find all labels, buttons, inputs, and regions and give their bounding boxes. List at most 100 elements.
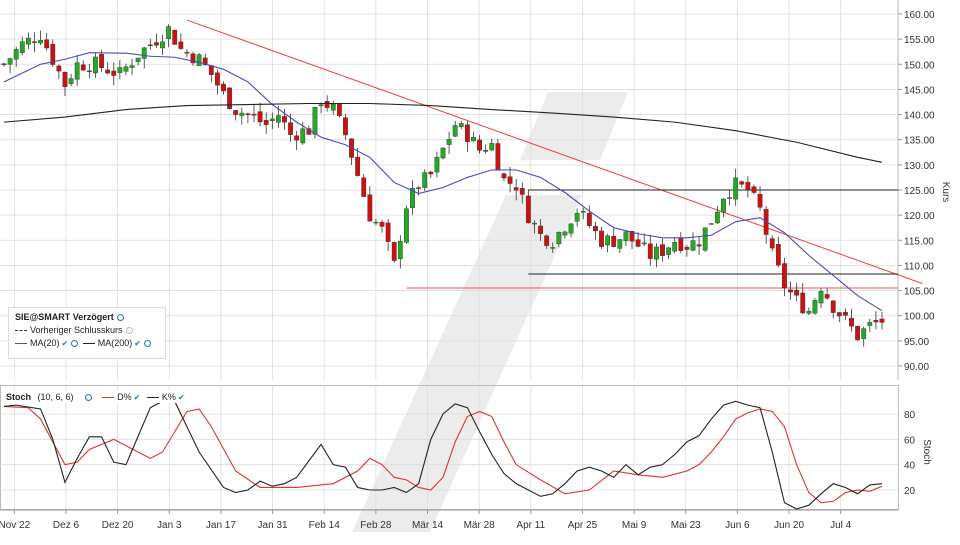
y-tick-label: 115.00 [904,236,934,247]
candle-body [879,318,885,323]
stoch-d-label: D% [117,392,132,402]
candle-body [300,128,306,144]
candle-body [489,143,495,151]
candle-body [117,67,123,73]
candle-body [873,320,879,323]
stoch-y-tick-label: 60 [904,435,916,446]
check-icon[interactable]: ✔ [178,393,185,402]
x-tick-label: Dez 6 [53,520,80,531]
y-tick-label: 95.00 [904,337,929,348]
ma-line-ma20 [3,52,883,312]
candle-body [635,239,641,247]
candle-body [678,238,684,251]
d-swatch-icon [102,397,115,399]
x-tick-label: Feb 14 [309,520,341,531]
y-tick-label: 125.00 [904,186,935,197]
candle-body [343,117,348,136]
candle-body [367,194,373,222]
candle-body [391,242,397,261]
y-tick-label: 155.00 [904,35,935,46]
globe-icon[interactable] [116,314,124,322]
price-legend: SIE@SMART Verzögert Vorheriger Schlussku… [8,307,166,359]
candle-body [318,104,324,107]
x-tick-label: Jan 31 [258,520,288,531]
candle-body [641,242,647,245]
candle-body [379,221,385,227]
candle-body [623,231,629,242]
candle-body [312,106,318,135]
candle-body [525,195,531,224]
candle-body [666,247,671,255]
candle-body [282,116,287,123]
candle-body [361,177,367,197]
candle-body [166,26,172,39]
candle-body [513,187,519,191]
candle-body [330,104,336,111]
x-tick-label: Jul 4 [830,520,852,531]
candle-body [263,120,269,125]
candle-body [538,225,543,234]
candle-body [580,211,586,213]
y-tick-label: 105.00 [904,287,935,298]
y-tick-label: 100.00 [904,312,935,323]
candle-body [708,223,714,225]
candles [1,24,885,347]
candle-body [1,63,7,65]
candle-body [458,123,464,127]
candle-body [501,173,507,179]
candle-body [93,56,98,74]
y-tick-label: 120.00 [904,211,935,222]
candle-body [269,118,275,121]
candle-body [782,263,787,289]
candle-body [806,310,812,314]
candle-body [221,83,226,92]
candle-body [745,181,751,191]
price-chart: Nov 22 Dez 6 Dez 20 Jan 3 Jan 17 Jan 31 Feb 14… [0,0,951,532]
x-tick-label: Nov 22 [0,520,31,531]
candle-body [611,235,617,247]
candle-body [477,139,482,151]
candle-body [544,235,550,246]
x-tick-label: Apr 25 [568,520,598,531]
globe-icon[interactable] [143,340,151,348]
candle-body [13,49,19,60]
candle-body [275,115,281,123]
y-tick-label: 150.00 [904,60,935,71]
stoch-k-label: K% [161,392,176,402]
candle-body [208,65,214,75]
candle-body [7,58,13,65]
candle-body [867,322,873,326]
y-axis-label: Kurs [940,182,951,203]
candle-body [836,312,842,317]
candle-body [141,47,147,59]
candle-body [129,65,135,68]
candle-body [160,41,165,49]
check-icon[interactable]: ✔ [134,393,141,402]
check-icon[interactable]: ✔ [134,339,141,348]
candle-body [824,294,830,299]
check-icon[interactable]: ✔ [62,339,69,348]
globe-icon[interactable] [84,394,92,402]
candle-body [861,328,867,339]
candle-body [532,222,537,225]
candle-body [574,212,580,222]
toggle-icon[interactable] [125,327,133,335]
candle-body [215,72,220,86]
candle-body [507,176,513,184]
globe-icon[interactable] [71,340,79,348]
y-tick-label: 110.00 [904,261,934,272]
candle-body [62,72,68,87]
stoch-y-tick-label: 20 [904,486,916,497]
y-tick-label: 145.00 [904,85,935,96]
candle-body [757,193,763,208]
stoch-y-tick-label: 40 [904,461,916,472]
stoch-y-tick-label: 80 [904,410,916,421]
candle-body [257,111,263,123]
x-tick-label: Mär 14 [412,520,444,531]
candle-body [684,246,690,250]
candle-body [702,227,708,251]
watermark-logo [352,92,628,532]
candle-body [74,62,80,80]
candle-body [373,221,379,224]
legend-ma-row: MA(20) ✔ MA(200) ✔ [15,337,159,350]
